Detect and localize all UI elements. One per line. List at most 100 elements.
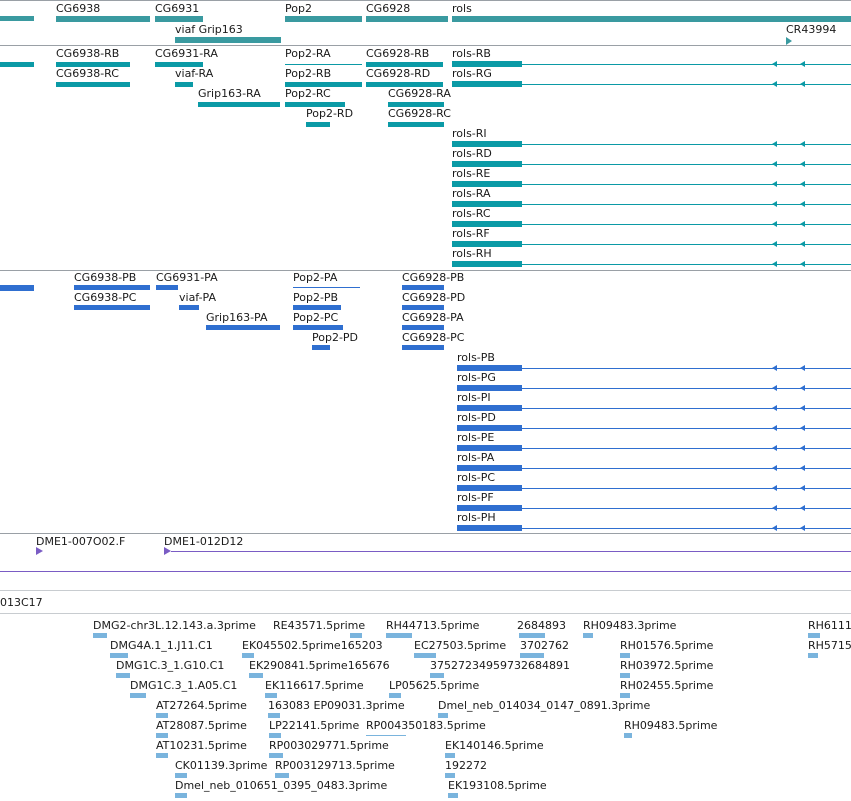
transcript-feature[interactable] — [285, 64, 362, 65]
transcript-label[interactable]: rols-RC — [452, 208, 491, 220]
est-feature[interactable] — [110, 653, 128, 658]
gene-label[interactable]: rols — [452, 3, 472, 15]
gene-feature[interactable] — [0, 16, 34, 21]
est-feature[interactable] — [583, 633, 593, 638]
est-label[interactable]: RH44713.5prime — [386, 620, 479, 632]
transcript-label[interactable]: Pop2-RC — [285, 88, 331, 100]
transcript-label[interactable]: rols-RE — [452, 168, 490, 180]
protein-feature[interactable] — [74, 285, 150, 290]
protein-feature[interactable] — [0, 285, 34, 291]
protein-feature[interactable] — [206, 325, 280, 330]
est-feature[interactable] — [175, 793, 187, 798]
est-label[interactable]: RH01576.5prime — [620, 640, 713, 652]
est-feature[interactable] — [275, 773, 289, 778]
est-label[interactable]: LP05625.5prime — [389, 680, 479, 692]
est-label[interactable]: DMG1C.3_1.G10.C1 — [116, 660, 224, 672]
est-feature[interactable] — [445, 773, 455, 778]
est-label[interactable]: RH5715 — [808, 640, 851, 652]
protein-label[interactable]: viaf-PA — [179, 292, 216, 304]
cdna-feature[interactable] — [0, 571, 851, 572]
est-label[interactable]: AT27264.5prime — [156, 700, 247, 712]
est-feature[interactable] — [448, 793, 458, 798]
est-feature[interactable] — [366, 735, 406, 736]
est-label[interactable]: CK01139.3prime — [175, 760, 267, 772]
transcript-label[interactable]: rols-RG — [452, 68, 492, 80]
protein-label[interactable]: Pop2-PD — [312, 332, 358, 344]
cdna-label[interactable]: 013C17 — [0, 597, 43, 609]
protein-feature[interactable] — [457, 525, 522, 531]
est-label[interactable]: DMG4A.1_1.J11.C1 — [110, 640, 213, 652]
est-feature[interactable] — [445, 753, 455, 758]
transcript-label[interactable]: CG6928-RA — [388, 88, 451, 100]
est-label[interactable]: EK116617.5prime — [265, 680, 364, 692]
protein-label[interactable]: rols-PC — [457, 472, 495, 484]
transcript-feature[interactable] — [452, 261, 522, 267]
est-feature[interactable] — [620, 673, 630, 678]
protein-label[interactable]: Pop2-PB — [293, 292, 338, 304]
est-feature[interactable] — [175, 773, 187, 778]
transcript-label[interactable]: CG6928-RD — [366, 68, 430, 80]
est-label[interactable]: RH09483.3prime — [583, 620, 676, 632]
est-feature[interactable] — [156, 713, 168, 718]
est-label[interactable]: EC27503.5prime — [414, 640, 506, 652]
protein-feature[interactable] — [156, 285, 178, 290]
est-feature[interactable] — [808, 633, 820, 638]
transcript-label[interactable]: Pop2-RA — [285, 48, 331, 60]
gene-label[interactable]: CG6928 — [366, 3, 410, 15]
transcript-label[interactable]: CG6928-RC — [388, 108, 451, 120]
transcript-feature[interactable] — [198, 102, 280, 107]
cdna-feature[interactable] — [36, 547, 43, 555]
protein-label[interactable]: rols-PA — [457, 452, 494, 464]
est-feature[interactable] — [438, 713, 448, 718]
transcript-label[interactable]: Grip163-RA — [198, 88, 261, 100]
cdna-feature[interactable] — [171, 551, 851, 552]
gene-label[interactable]: viaf Grip163 — [175, 24, 243, 36]
protein-feature[interactable] — [179, 305, 199, 310]
est-label[interactable]: 2684893 — [517, 620, 566, 632]
transcript-label[interactable]: CG6938-RC — [56, 68, 119, 80]
est-label[interactable]: 3702762 — [520, 640, 569, 652]
protein-label[interactable]: Pop2-PC — [293, 312, 338, 324]
est-label[interactable]: RH6111 — [808, 620, 851, 632]
protein-feature[interactable] — [293, 325, 343, 330]
protein-label[interactable]: CG6931-PA — [156, 272, 218, 284]
gene-label[interactable]: CG6938 — [56, 3, 100, 15]
est-feature[interactable] — [520, 653, 544, 658]
transcript-feature[interactable] — [306, 122, 330, 127]
est-feature[interactable] — [269, 753, 283, 758]
est-feature[interactable] — [93, 633, 107, 638]
est-feature[interactable] — [519, 633, 545, 638]
protein-feature[interactable] — [312, 345, 330, 350]
est-label[interactable]: RH02455.5prime — [620, 680, 713, 692]
protein-feature[interactable] — [402, 325, 444, 330]
protein-label[interactable]: rols-PE — [457, 432, 494, 444]
protein-feature[interactable] — [402, 285, 444, 290]
est-feature[interactable] — [808, 653, 818, 658]
gene-feature[interactable] — [285, 16, 362, 22]
est-feature[interactable] — [130, 693, 146, 698]
est-label[interactable]: Dmel_neb_014034_0147_0891.3prime — [438, 700, 650, 712]
est-feature[interactable] — [386, 633, 412, 638]
protein-feature[interactable] — [293, 305, 341, 310]
transcript-label[interactable]: rols-RH — [452, 248, 492, 260]
gene-feature[interactable] — [786, 37, 792, 45]
est-feature[interactable] — [430, 673, 444, 678]
est-label[interactable]: DMG2-chr3L.12.143.a.3prime — [93, 620, 256, 632]
gene-feature[interactable] — [155, 16, 203, 22]
est-feature[interactable] — [350, 633, 362, 638]
transcript-label[interactable]: rols-RI — [452, 128, 487, 140]
est-label[interactable]: Dmel_neb_010651_0395_0483.3prime — [175, 780, 387, 792]
protein-feature[interactable] — [402, 345, 444, 350]
est-label[interactable]: EK193108.5prime — [448, 780, 547, 792]
transcript-label[interactable]: rols-RA — [452, 188, 491, 200]
est-feature[interactable] — [116, 673, 130, 678]
cdna-label[interactable]: DME1-007O02.F — [36, 536, 125, 548]
protein-label[interactable]: Grip163-PA — [206, 312, 268, 324]
est-feature[interactable] — [624, 733, 632, 738]
est-label[interactable]: AT28087.5prime — [156, 720, 247, 732]
gene-label[interactable]: Pop2 — [285, 3, 312, 15]
transcript-label[interactable]: viaf-RA — [175, 68, 213, 80]
transcript-feature[interactable] — [0, 62, 34, 67]
est-feature[interactable] — [249, 673, 263, 678]
est-label[interactable]: AT10231.5prime — [156, 740, 247, 752]
